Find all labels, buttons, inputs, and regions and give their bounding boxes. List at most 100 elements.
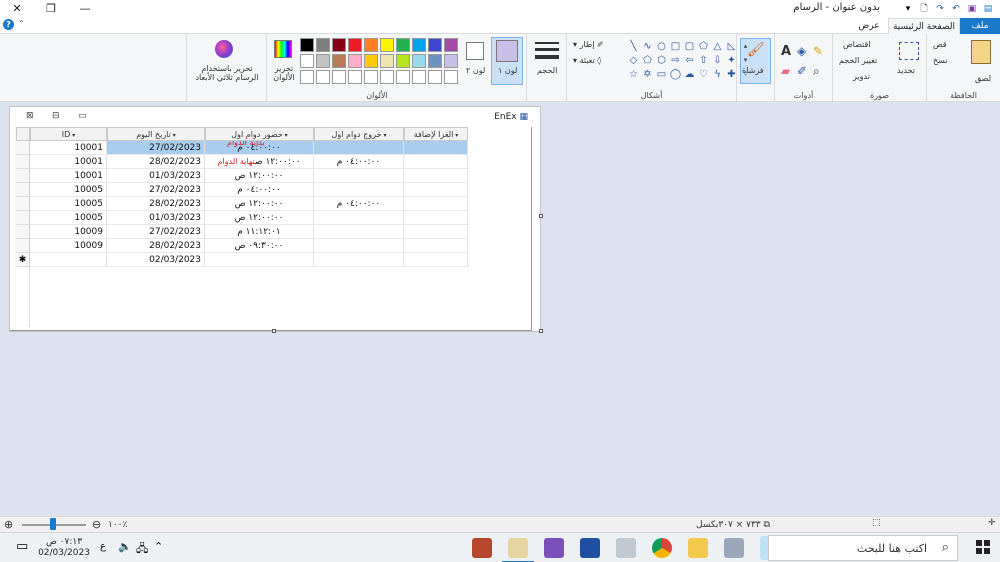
- id-cell[interactable]: 10001: [30, 155, 107, 169]
- date-cell[interactable]: 27/02/2023: [107, 141, 205, 155]
- callout-cloud-icon[interactable]: ☁: [683, 68, 696, 81]
- fill-tool-icon[interactable]: ◈: [797, 44, 806, 58]
- size-label[interactable]: الحجم: [537, 66, 557, 75]
- palette-swatch[interactable]: [380, 70, 394, 84]
- palette-swatch[interactable]: [428, 70, 442, 84]
- enter-time-cell[interactable]: ٠٤:٠٠:٠٠ م: [205, 183, 314, 197]
- date-cell[interactable]: 01/03/2023: [107, 169, 205, 183]
- new-row-cell[interactable]: [30, 253, 107, 267]
- eraser-tool-icon[interactable]: ▰: [781, 64, 790, 78]
- magnifier-icon[interactable]: ⌕: [813, 64, 820, 79]
- enter-time-cell[interactable]: ١١:١٢:٠١ م: [205, 225, 314, 239]
- hexagon-shape-icon[interactable]: ⬡: [655, 54, 668, 67]
- column-dropdown-icon[interactable]: ▾: [283, 132, 288, 139]
- heart-shape-icon[interactable]: ♡: [697, 68, 710, 81]
- select-icon[interactable]: [899, 42, 919, 60]
- tablet-app-icon[interactable]: [616, 538, 636, 558]
- date-cell[interactable]: 28/02/2023: [107, 155, 205, 169]
- canvas[interactable]: ⊠ ⊟ ▭ EnEx ▦ الغزا لإضافة ▾ خروج دوام اول…: [9, 106, 541, 332]
- status-cell[interactable]: [404, 141, 468, 155]
- column-dropdown-icon[interactable]: ▾: [453, 132, 458, 139]
- new-file-icon[interactable]: 🗋: [918, 3, 930, 15]
- callout-oval-icon[interactable]: ◯: [669, 68, 682, 81]
- arrow-left-icon[interactable]: ⇦: [683, 54, 696, 67]
- date-cell[interactable]: 28/02/2023: [107, 239, 205, 253]
- palette-swatch[interactable]: [300, 54, 314, 68]
- search-box[interactable]: اكتب هنا للبحث ⌕: [768, 535, 958, 561]
- column-header-enter[interactable]: حضور دوام اول ▾: [205, 127, 314, 141]
- pencil-tool-icon[interactable]: ✎: [813, 44, 823, 58]
- column-header-date[interactable]: تاريخ اليوم ▾: [107, 127, 205, 141]
- palette-swatch[interactable]: [428, 54, 442, 68]
- palette-swatch[interactable]: [316, 70, 330, 84]
- palette-swatch[interactable]: [348, 38, 362, 52]
- scroll-up-icon[interactable]: ▴: [739, 40, 752, 53]
- exit-time-cell[interactable]: [314, 183, 404, 197]
- scroll-down-icon[interactable]: ▾: [739, 54, 752, 67]
- id-cell[interactable]: 10005: [30, 183, 107, 197]
- outline-button[interactable]: ✐ إطار ▾: [573, 40, 604, 49]
- palette-swatch[interactable]: [364, 38, 378, 52]
- date-cell[interactable]: 27/02/2023: [107, 225, 205, 239]
- palette-swatch[interactable]: [348, 70, 362, 84]
- row-selector[interactable]: [16, 183, 30, 197]
- paint3d-icon[interactable]: [215, 40, 233, 58]
- help-icon[interactable]: ?: [3, 19, 14, 30]
- color-picker-icon[interactable]: ✐: [797, 64, 807, 78]
- chrome-icon[interactable]: [652, 538, 672, 558]
- paste-icon[interactable]: [971, 40, 991, 64]
- zoom-slider-thumb[interactable]: [50, 518, 56, 530]
- new-row-cell[interactable]: [404, 253, 468, 267]
- curve-shape-icon[interactable]: ∿: [641, 40, 654, 53]
- palette-swatch[interactable]: [380, 54, 394, 68]
- paint-app-icon[interactable]: [508, 538, 528, 558]
- crop-button[interactable]: اقتصاص: [843, 40, 871, 49]
- zoom-in-icon[interactable]: ⊕: [4, 518, 13, 531]
- new-row-marker[interactable]: ✱: [16, 253, 30, 267]
- palette-swatch[interactable]: [428, 38, 442, 52]
- visual-studio-icon[interactable]: [544, 538, 564, 558]
- language-indicator[interactable]: ع: [100, 541, 106, 552]
- paint3d-button[interactable]: تحرير باستخدام الرسام ثلاثي الأبعاد: [191, 64, 263, 82]
- status-cell[interactable]: [404, 183, 468, 197]
- exit-time-cell[interactable]: [314, 225, 404, 239]
- exit-time-cell[interactable]: [314, 211, 404, 225]
- form-restore-icon[interactable]: ⊟: [52, 111, 60, 121]
- palette-swatch[interactable]: [444, 70, 458, 84]
- arrow-up-icon[interactable]: ⇧: [697, 54, 710, 67]
- star-five-icon[interactable]: ☆: [627, 68, 640, 81]
- enter-time-cell[interactable]: ٠٩:٣٠:٠٠ ص: [205, 239, 314, 253]
- tab-view[interactable]: عرض: [850, 18, 888, 34]
- edit-colors-button[interactable]: تحرير الألوان: [271, 64, 297, 82]
- id-cell[interactable]: 10009: [30, 239, 107, 253]
- palette-swatch[interactable]: [300, 70, 314, 84]
- save-icon[interactable]: ▣: [966, 3, 978, 15]
- tray-expand-icon[interactable]: ⌃: [154, 540, 163, 553]
- rotate-button[interactable]: تدوير: [853, 72, 870, 81]
- palette-swatch[interactable]: [364, 54, 378, 68]
- enter-time-cell[interactable]: ٠٤:٠٠:٠٠ م بداية الدوام: [205, 141, 314, 155]
- palette-swatch[interactable]: [396, 54, 410, 68]
- resize-handle-corner[interactable]: [539, 329, 543, 333]
- enter-time-cell[interactable]: ١٢:٠٠:٠٠ ص: [205, 169, 314, 183]
- palette-swatch[interactable]: [300, 38, 314, 52]
- palette-swatch[interactable]: [380, 38, 394, 52]
- exit-time-cell[interactable]: [314, 169, 404, 183]
- column-header-id[interactable]: ID ▾: [30, 127, 107, 141]
- notification-icon[interactable]: ▭: [16, 539, 28, 554]
- star-four-icon[interactable]: ✦: [725, 54, 738, 67]
- enter-time-cell[interactable]: ١٢:٠٠:٠٠ صنهاية الدوام: [205, 155, 314, 169]
- row-selector[interactable]: [16, 197, 30, 211]
- diamond-shape-icon[interactable]: ◇: [627, 54, 640, 67]
- network-icon[interactable]: 🖧: [136, 540, 148, 559]
- id-cell[interactable]: 10001: [30, 141, 107, 155]
- id-cell[interactable]: 10005: [30, 211, 107, 225]
- status-cell[interactable]: [404, 225, 468, 239]
- tab-home[interactable]: الصفحة الرئيسية: [888, 18, 960, 34]
- snipping-tool-icon[interactable]: [724, 538, 744, 558]
- paste-button[interactable]: لصق: [975, 74, 991, 83]
- oval-shape-icon[interactable]: ○: [655, 40, 668, 53]
- more-shapes-icon[interactable]: ▿: [739, 68, 752, 81]
- column-dropdown-icon[interactable]: ▾: [171, 132, 176, 139]
- palette-swatch[interactable]: [332, 70, 346, 84]
